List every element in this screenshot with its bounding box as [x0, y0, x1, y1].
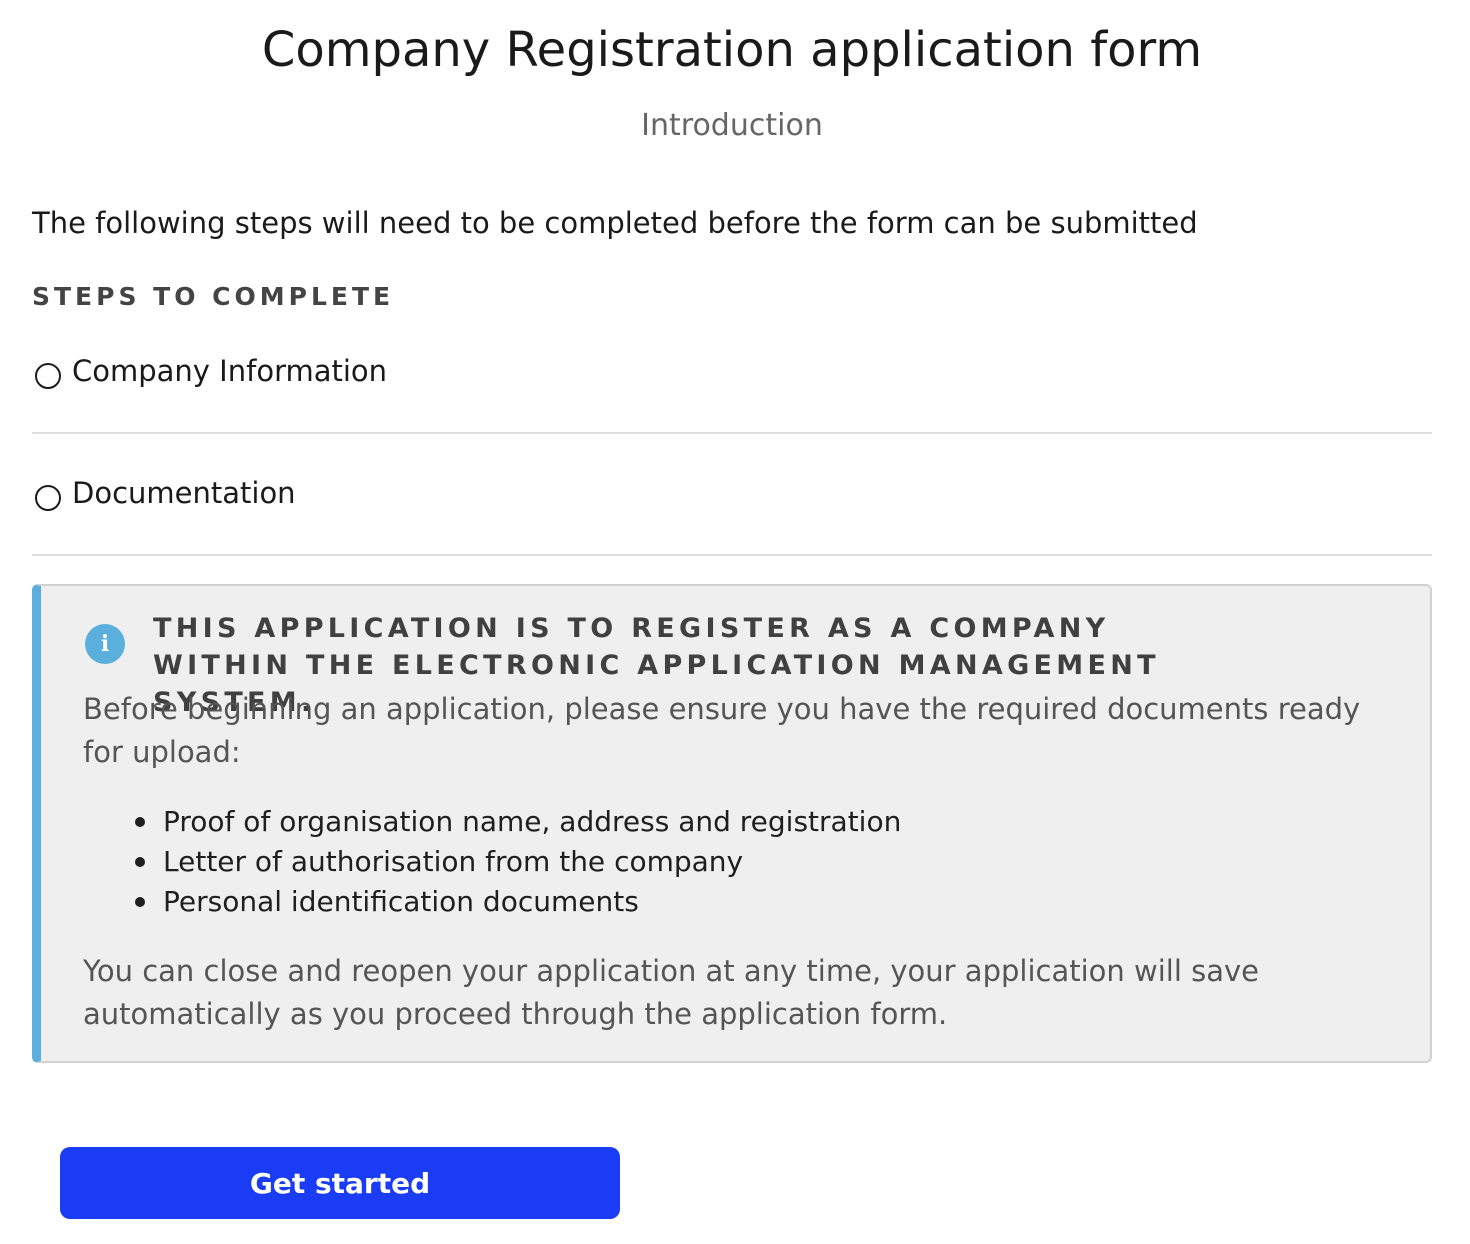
page-title: Company Registration application form	[261, 22, 1203, 78]
list-item: Personal identification documents	[83, 882, 1383, 922]
list-item-text: Proof of organisation name, address and …	[163, 805, 902, 838]
list-item: Proof of organisation name, address and …	[83, 802, 1383, 842]
step-documentation[interactable]: Documentation	[32, 434, 1432, 556]
bullet-icon	[135, 897, 145, 907]
info-paragraph: Before beginning an application, please …	[83, 692, 1361, 769]
info-paragraph: You can close and reopen your applicatio…	[83, 954, 1259, 1031]
incomplete-circle-icon	[35, 363, 61, 389]
bullet-icon	[135, 857, 145, 867]
step-label: Company Information	[72, 354, 388, 388]
page-subtitle: Introduction	[641, 108, 823, 143]
intro-text: The following steps will need to be comp…	[32, 206, 1198, 240]
list-item-text: Letter of authorisation from the company	[163, 845, 744, 878]
steps-heading: STEPS TO COMPLETE	[32, 282, 395, 311]
get-started-button[interactable]: Get started	[60, 1147, 620, 1219]
bullet-icon	[135, 817, 145, 827]
required-documents-list: Proof of organisation name, address and …	[83, 802, 1383, 922]
info-callout: i THIS APPLICATION IS TO REGISTER AS A C…	[32, 584, 1432, 1063]
info-icon: i	[85, 624, 125, 664]
incomplete-circle-icon	[35, 485, 61, 511]
list-item: Letter of authorisation from the company	[83, 842, 1383, 882]
list-item-text: Personal identification documents	[163, 885, 639, 918]
step-company-information[interactable]: Company Information	[32, 312, 1432, 434]
step-label: Documentation	[72, 476, 296, 510]
